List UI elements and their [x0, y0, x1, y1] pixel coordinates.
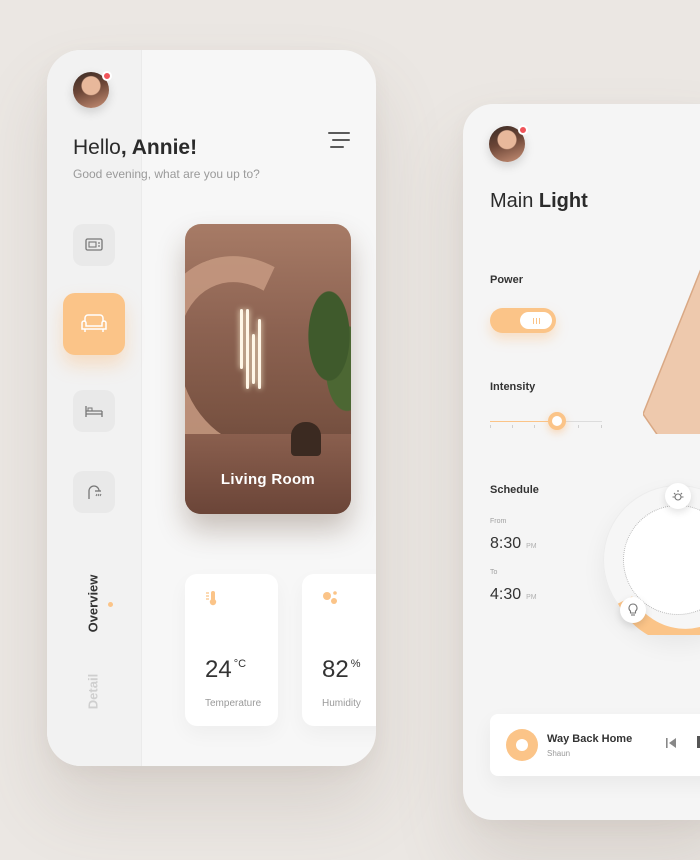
page-title: Main Light	[490, 190, 588, 212]
intensity-slider-thumb[interactable]	[548, 412, 566, 430]
to-time[interactable]: 4:30 PM	[490, 586, 537, 604]
power-toggle-knob[interactable]	[520, 312, 552, 329]
lamp-illustration	[643, 269, 700, 434]
to-label: To	[490, 569, 498, 576]
active-tab-indicator	[108, 602, 113, 607]
schedule-dial[interactable]	[603, 483, 700, 635]
intensity-label: Intensity	[490, 381, 536, 393]
room-tab-bedroom[interactable]	[73, 390, 115, 432]
from-label: From	[490, 518, 507, 525]
sun-icon[interactable]	[665, 483, 691, 509]
power-toggle[interactable]	[490, 308, 556, 333]
shower-icon	[88, 485, 102, 499]
humidity-card[interactable]: 82% Humidity	[302, 574, 376, 726]
humidity-icon	[323, 591, 337, 604]
bulb-icon[interactable]	[620, 597, 646, 623]
schedule-label: Schedule	[490, 484, 539, 496]
notification-dot	[102, 71, 112, 81]
previous-track-icon[interactable]	[665, 737, 677, 749]
sofa-icon	[81, 314, 107, 332]
song-title: Way Back Home	[547, 733, 633, 745]
room-card-label: Living Room	[220, 471, 316, 488]
intensity-fill	[490, 421, 557, 422]
nav-tab-overview[interactable]: Overview	[86, 572, 101, 636]
notification-dot	[518, 125, 528, 135]
home-overview-screen: Hello, Annie! Good evening, what are you…	[47, 50, 376, 766]
room-tab-living[interactable]	[63, 293, 125, 355]
album-disc-icon	[506, 729, 538, 761]
greeting-subtitle: Good evening, what are you up to?	[73, 167, 260, 181]
main-light-screen: Main Light Power Intensity Schedule From…	[463, 104, 700, 820]
temperature-caption: Temperature	[205, 698, 262, 709]
greeting-heading: Hello, Annie!	[73, 136, 198, 159]
song-artist: Shaun	[547, 749, 571, 758]
temperature-value: 24 °C	[205, 656, 247, 683]
temperature-card[interactable]: 24 °C Temperature	[185, 574, 278, 726]
power-label: Power	[490, 274, 524, 286]
humidity-caption: Humidity	[322, 698, 361, 709]
tv-icon	[85, 238, 103, 251]
menu-button[interactable]	[328, 132, 352, 152]
room-tab-tv[interactable]	[73, 224, 115, 266]
humidity-value: 82%	[322, 656, 361, 683]
from-time[interactable]: 8:30 PM	[490, 535, 537, 553]
music-player[interactable]: Way Back Home Shaun	[490, 714, 700, 776]
user-avatar[interactable]	[73, 71, 112, 108]
nav-tab-detail[interactable]: Detail	[86, 668, 101, 716]
user-avatar[interactable]	[489, 125, 528, 162]
room-tab-bathroom[interactable]	[73, 471, 115, 513]
bed-icon	[85, 406, 103, 417]
intensity-slider[interactable]	[490, 410, 602, 430]
living-room-card[interactable]: Living Room	[185, 224, 351, 514]
thermometer-icon	[206, 591, 217, 606]
